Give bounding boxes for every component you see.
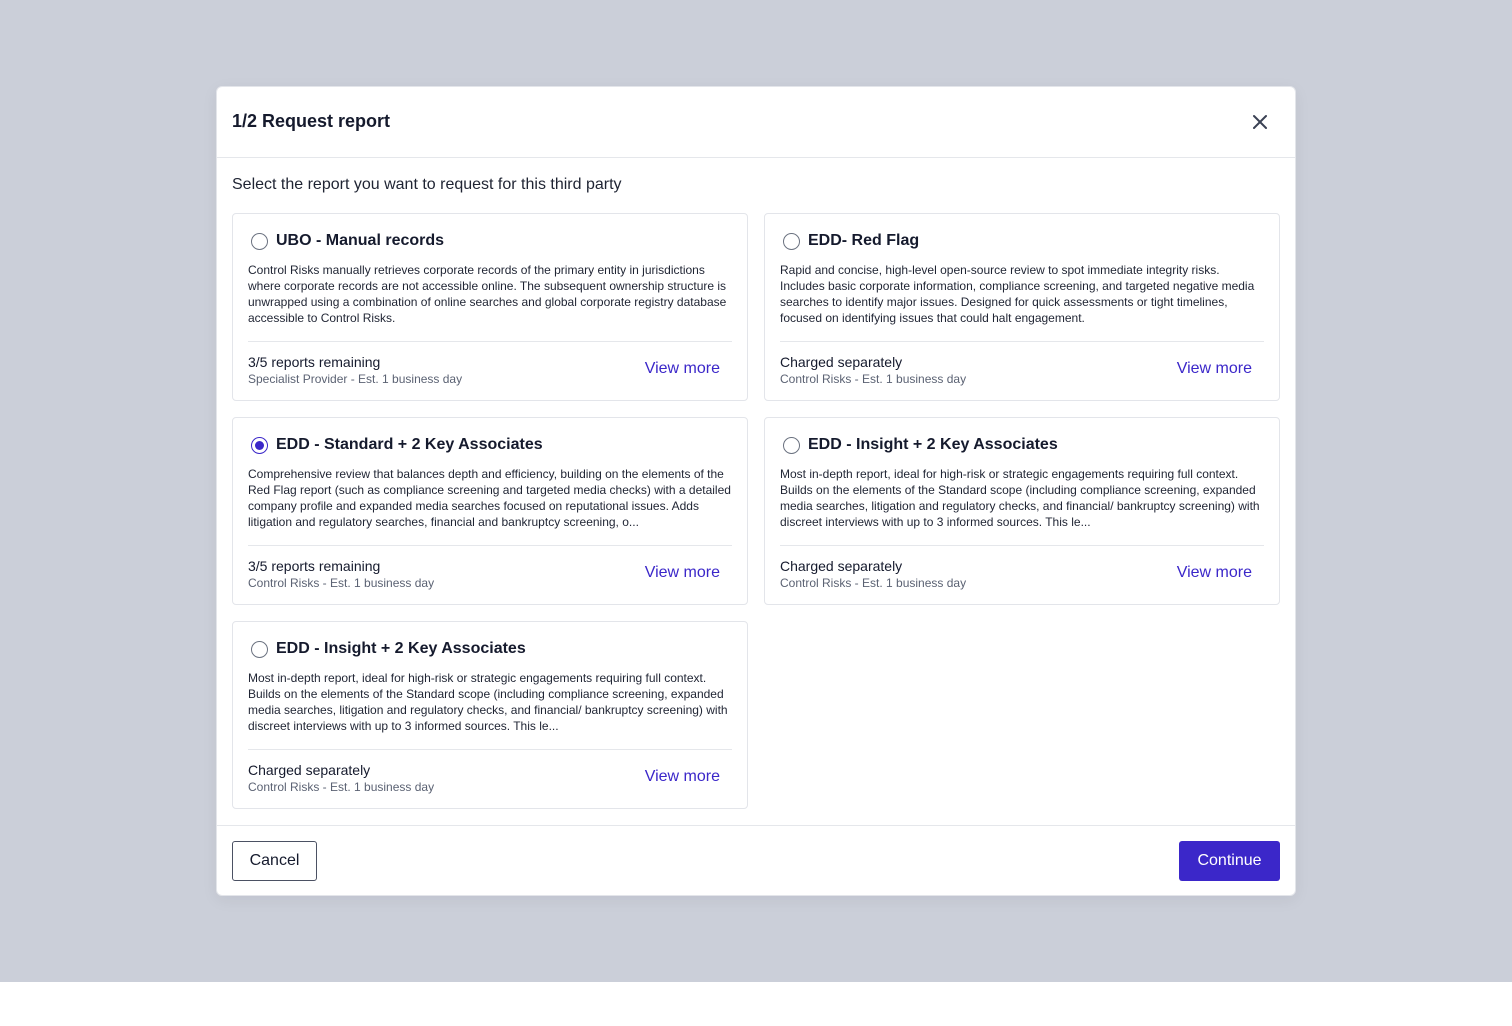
card-divider xyxy=(248,749,732,750)
report-option-edd-insight-2[interactable]: EDD - Insight + 2 Key Associates Most in… xyxy=(232,621,748,809)
report-radio[interactable] xyxy=(251,641,268,658)
close-button[interactable] xyxy=(1247,109,1273,135)
report-radio[interactable] xyxy=(783,437,800,454)
report-description: Rapid and concise, high-level open-sourc… xyxy=(780,263,1255,325)
view-more-link[interactable]: View more xyxy=(645,360,720,378)
report-option-edd-red-flag[interactable]: EDD- Red Flag Rapid and concise, high-le… xyxy=(764,213,1280,401)
report-title: EDD- Red Flag xyxy=(808,232,920,249)
report-title: EDD - Standard + 2 Key Associates xyxy=(276,436,543,453)
card-divider xyxy=(248,341,732,342)
report-status: 3/5 reports remaining xyxy=(248,558,381,574)
report-status: 3/5 reports remaining xyxy=(248,354,381,370)
report-option-ubo-manual-records[interactable]: UBO - Manual records Control Risks manua… xyxy=(232,213,748,401)
report-option-edd-standard[interactable]: EDD - Standard + 2 Key Associates Compre… xyxy=(232,417,748,605)
card-divider xyxy=(248,545,732,546)
report-title: EDD - Insight + 2 Key Associates xyxy=(276,640,526,657)
report-provider: Control Risks - Est. 1 business day xyxy=(780,576,967,590)
modal-header: 1/2 Request report xyxy=(217,87,1295,158)
report-description: Control Risks manually retrieves corpora… xyxy=(248,263,727,325)
request-report-modal: 1/2 Request report Select the report you… xyxy=(216,86,1296,896)
report-radio-selected[interactable] xyxy=(251,437,268,454)
report-description: Most in-depth report, ideal for high-ris… xyxy=(248,671,728,733)
report-provider: Control Risks - Est. 1 business day xyxy=(780,372,967,386)
continue-button[interactable]: Continue xyxy=(1179,841,1280,881)
report-status: Charged separately xyxy=(780,354,903,370)
modal-footer: Cancel Continue xyxy=(217,825,1295,897)
report-provider: Specialist Provider - Est. 1 business da… xyxy=(248,372,463,386)
view-more-link[interactable]: View more xyxy=(645,564,720,582)
modal-title: 1/2 Request report xyxy=(232,111,391,131)
view-more-link[interactable]: View more xyxy=(645,768,720,786)
report-provider: Control Risks - Est. 1 business day xyxy=(248,576,435,590)
close-icon xyxy=(1253,115,1267,129)
report-description: Most in-depth report, ideal for high-ris… xyxy=(780,467,1260,529)
report-radio[interactable] xyxy=(783,233,800,250)
report-title: EDD - Insight + 2 Key Associates xyxy=(808,436,1058,453)
report-radio[interactable] xyxy=(251,233,268,250)
report-option-edd-insight[interactable]: EDD - Insight + 2 Key Associates Most in… xyxy=(764,417,1280,605)
report-status: Charged separately xyxy=(248,762,371,778)
report-description: Comprehensive review that balances depth… xyxy=(248,467,731,529)
report-provider: Control Risks - Est. 1 business day xyxy=(248,780,435,794)
view-more-link[interactable]: View more xyxy=(1177,564,1252,582)
report-status: Charged separately xyxy=(780,558,903,574)
card-divider xyxy=(780,341,1264,342)
cancel-button[interactable]: Cancel xyxy=(232,841,317,881)
modal-subtitle: Select the report you want to request fo… xyxy=(232,176,622,193)
card-divider xyxy=(780,545,1264,546)
view-more-link[interactable]: View more xyxy=(1177,360,1252,378)
report-title: UBO - Manual records xyxy=(276,232,445,249)
